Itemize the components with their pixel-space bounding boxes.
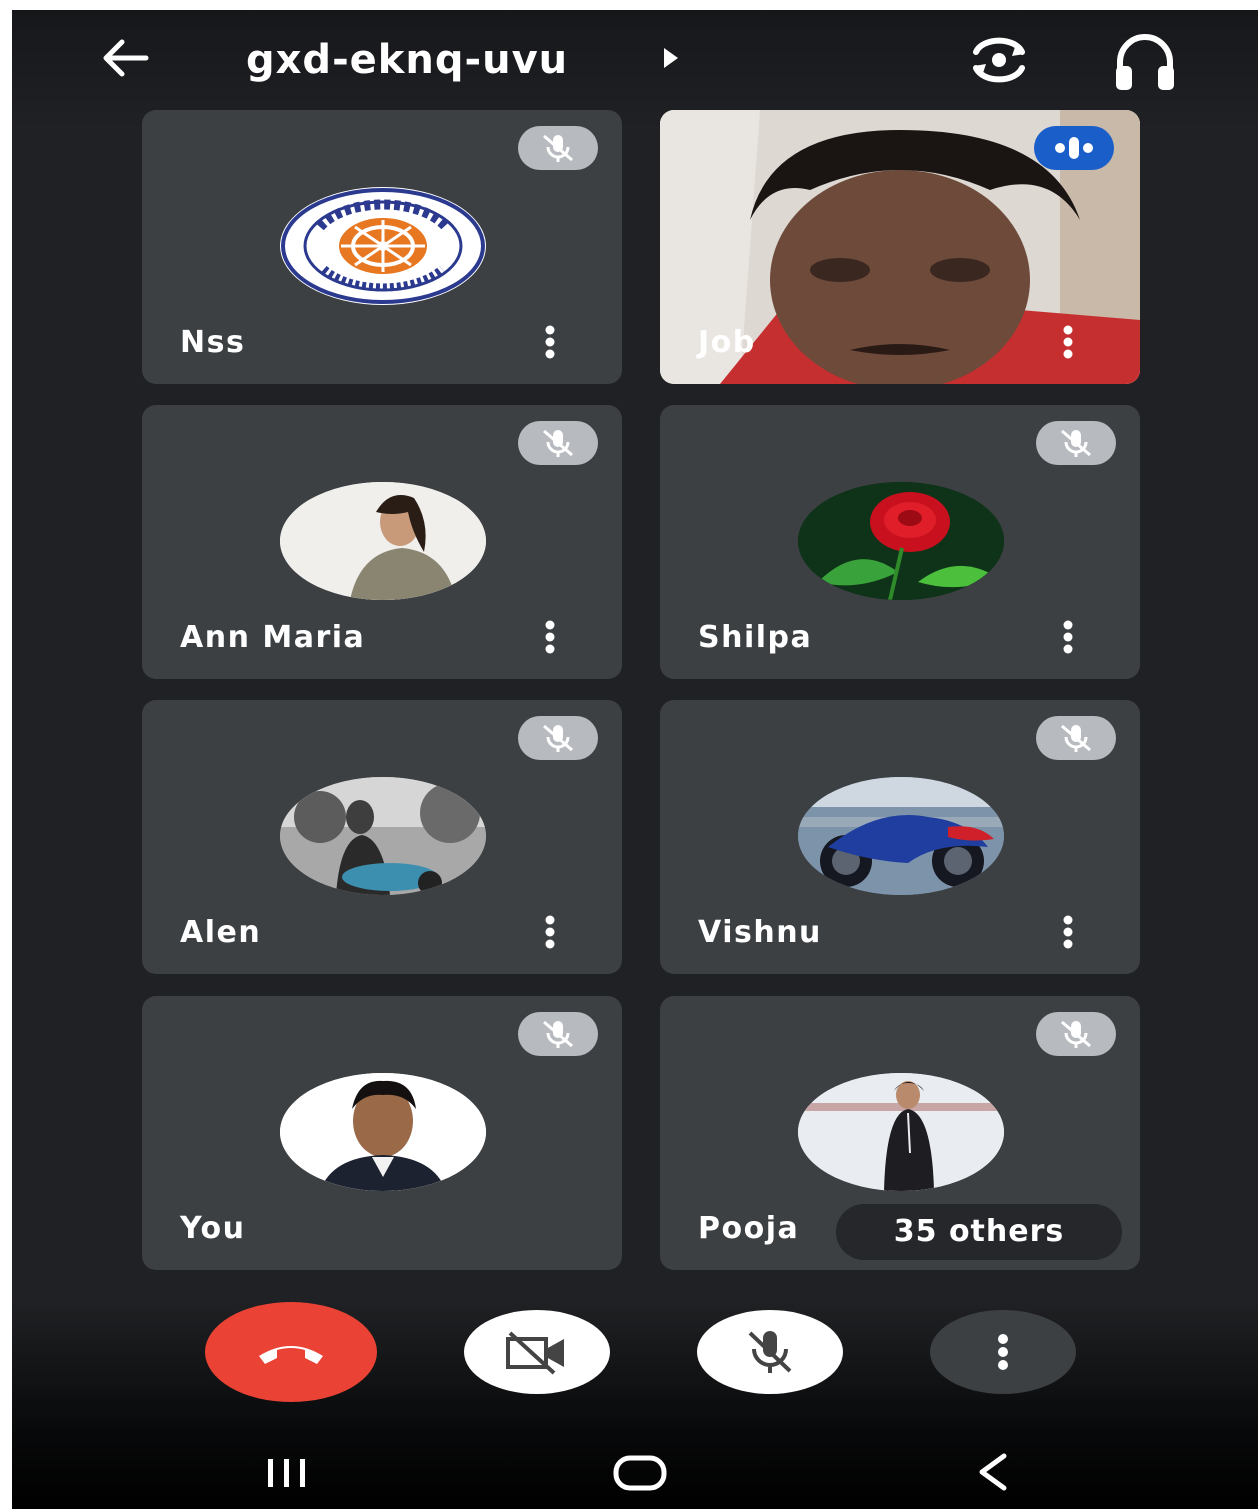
participant-tile[interactable]: Shilpa — [660, 405, 1140, 679]
back-icon[interactable] — [972, 1450, 1012, 1494]
mic-muted-icon — [1036, 421, 1116, 465]
more-vert-icon[interactable] — [538, 619, 562, 655]
mic-muted-icon — [518, 421, 598, 465]
more-vert-icon[interactable] — [1056, 914, 1080, 950]
avatar — [798, 1073, 1004, 1191]
switch-camera-icon[interactable] — [962, 30, 1036, 90]
participant-name: Shilpa — [698, 620, 813, 655]
recents-icon[interactable] — [262, 1455, 312, 1491]
mic-muted-icon — [518, 1012, 598, 1056]
more-vert-icon[interactable] — [538, 324, 562, 360]
avatar — [280, 482, 486, 600]
others-count-chip[interactable]: 35 others — [836, 1204, 1122, 1260]
participant-tile[interactable]: Ann Maria — [142, 405, 622, 679]
participant-name: Vishnu — [698, 915, 822, 950]
more-options-button[interactable] — [930, 1310, 1076, 1394]
more-vert-icon[interactable] — [1056, 619, 1080, 655]
participant-name: Alen — [180, 915, 262, 950]
participant-name: Pooja — [698, 1211, 800, 1246]
mic-muted-icon — [518, 716, 598, 760]
headphones-icon[interactable] — [1110, 30, 1180, 94]
caret-right-icon[interactable] — [660, 44, 682, 72]
end-call-button[interactable] — [205, 1302, 377, 1402]
speaking-indicator-icon — [1034, 126, 1114, 170]
mic-toggle-button[interactable] — [697, 1310, 843, 1394]
avatar — [798, 777, 1004, 895]
nss-logo-icon — [280, 187, 486, 305]
home-icon[interactable] — [612, 1454, 668, 1492]
meet-call-screen: gxd-eknq-uvu Nss Job Ann Maria Shilpa Al… — [12, 10, 1258, 1509]
end-call-icon — [259, 1346, 323, 1364]
camera-off-icon — [506, 1331, 564, 1375]
mic-muted-icon — [518, 126, 598, 170]
participant-name: Nss — [180, 325, 246, 360]
participant-tile[interactable]: Alen — [142, 700, 622, 974]
participant-tile[interactable]: Job — [660, 110, 1140, 384]
back-arrow-icon[interactable] — [94, 32, 154, 84]
participant-tile[interactable]: Vishnu — [660, 700, 1140, 974]
avatar — [798, 482, 1004, 600]
participant-tile-self[interactable]: You — [142, 996, 622, 1270]
more-vert-icon[interactable] — [1056, 324, 1080, 360]
mic-muted-icon — [1036, 716, 1116, 760]
participant-tile[interactable]: Pooja 35 others — [660, 996, 1140, 1270]
meeting-code[interactable]: gxd-eknq-uvu — [246, 32, 568, 88]
mic-muted-icon — [1036, 1012, 1116, 1056]
participant-name: You — [180, 1211, 246, 1246]
more-options-icon — [998, 1334, 1008, 1370]
avatar — [280, 1073, 486, 1191]
participant-tile[interactable]: Nss — [142, 110, 622, 384]
participant-name: Ann Maria — [180, 620, 366, 655]
camera-toggle-button[interactable] — [464, 1310, 610, 1394]
mic-off-icon — [748, 1331, 792, 1373]
more-vert-icon[interactable] — [538, 914, 562, 950]
participant-name: Job — [698, 325, 756, 360]
avatar — [280, 777, 486, 895]
